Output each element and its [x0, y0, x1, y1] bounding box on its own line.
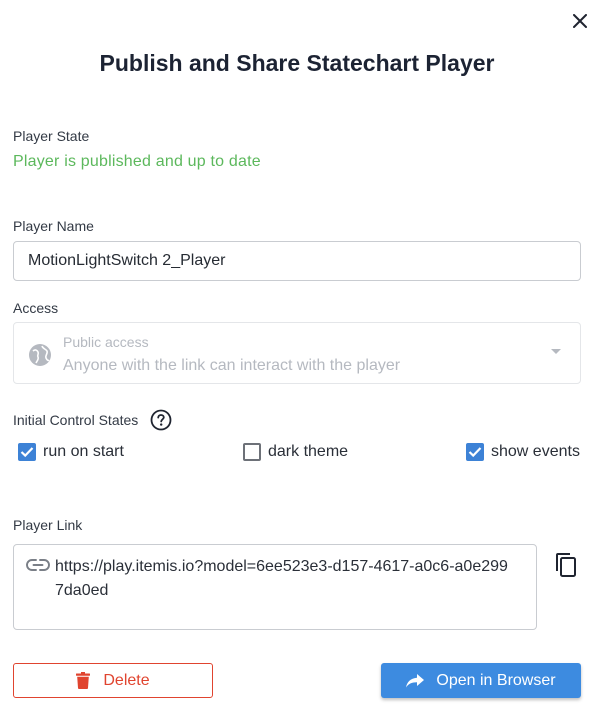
show-events-checkbox[interactable]: show events: [466, 443, 580, 461]
close-icon: [573, 14, 587, 28]
trash-icon: [76, 672, 91, 689]
player-link-label: Player Link: [13, 517, 83, 533]
run-on-start-label: run on start: [43, 443, 124, 460]
show-events-label: show events: [491, 443, 580, 460]
share-arrow-icon: [406, 673, 425, 687]
run-on-start-checkbox[interactable]: run on start: [18, 443, 124, 461]
open-in-browser-button[interactable]: Open in Browser: [381, 663, 581, 698]
globe-icon: [29, 344, 51, 366]
player-state-status: Player is published and up to date: [13, 153, 261, 170]
checkbox-checked-icon: [18, 443, 36, 461]
dark-theme-checkbox[interactable]: dark theme: [243, 443, 348, 461]
player-link-url: https://play.itemis.io?model=6ee523e3-d1…: [55, 558, 508, 599]
checkbox-unchecked-icon: [243, 443, 261, 461]
delete-button-label: Delete: [103, 671, 150, 689]
player-name-label: Player Name: [13, 218, 94, 234]
access-select[interactable]: Public access Anyone with the link can i…: [13, 322, 581, 384]
chevron-down-icon: [551, 349, 561, 354]
initial-control-states-label: Initial Control States: [13, 412, 139, 428]
player-name-input[interactable]: [13, 241, 581, 281]
help-circle-icon[interactable]: [150, 409, 172, 431]
dark-theme-label: dark theme: [268, 443, 349, 460]
player-state-label: Player State: [13, 128, 90, 144]
access-option-description: Anyone with the link can interact with t…: [63, 357, 401, 374]
checkbox-checked-icon: [466, 443, 484, 461]
close-button[interactable]: [568, 9, 592, 33]
player-link-field[interactable]: https://play.itemis.io?model=6ee523e3-d1…: [13, 544, 537, 630]
access-option-title: Public access: [63, 334, 149, 350]
link-icon: [26, 559, 50, 571]
copy-icon[interactable]: [554, 552, 578, 578]
access-label: Access: [13, 300, 59, 316]
open-in-browser-label: Open in Browser: [436, 671, 556, 689]
delete-button[interactable]: Delete: [13, 663, 213, 698]
dialog-title: Publish and Share Statechart Player: [99, 50, 495, 76]
